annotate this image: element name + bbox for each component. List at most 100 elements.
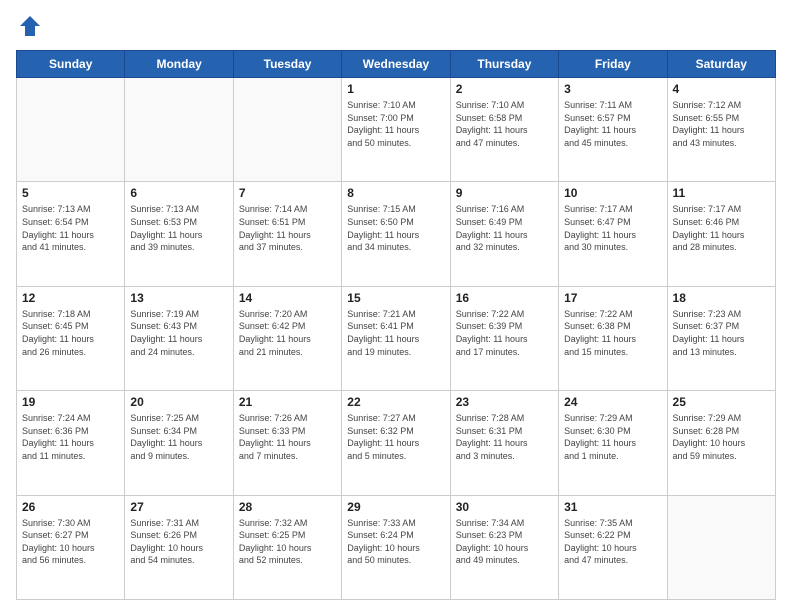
day-number: 17 (564, 291, 661, 305)
day-cell: 3 Sunrise: 7:11 AM Sunset: 6:57 PM Daylig… (559, 78, 667, 182)
day-number: 19 (22, 395, 119, 409)
day-number: 27 (130, 500, 227, 514)
day-info: Sunrise: 7:10 AM Sunset: 7:00 PM Dayligh… (347, 99, 444, 149)
day-info: Sunrise: 7:16 AM Sunset: 6:49 PM Dayligh… (456, 203, 553, 253)
day-cell: 25 Sunrise: 7:29 AM Sunset: 6:28 PM Dayli… (667, 391, 775, 495)
weekday-header-tuesday: Tuesday (233, 51, 341, 78)
day-number: 7 (239, 186, 336, 200)
day-info: Sunrise: 7:11 AM Sunset: 6:57 PM Dayligh… (564, 99, 661, 149)
day-info: Sunrise: 7:34 AM Sunset: 6:23 PM Dayligh… (456, 517, 553, 567)
day-number: 30 (456, 500, 553, 514)
day-cell: 8Sunrise: 7:15 AM Sunset: 6:50 PM Daylig… (342, 182, 450, 286)
day-cell: 7 Sunrise: 7:14 AM Sunset: 6:51 PM Daylig… (233, 182, 341, 286)
day-info: Sunrise: 7:13 AM Sunset: 6:54 PM Dayligh… (22, 203, 119, 253)
day-cell: 13Sunrise: 7:19 AM Sunset: 6:43 PM Dayli… (125, 286, 233, 390)
day-cell: 24Sunrise: 7:29 AM Sunset: 6:30 PM Dayli… (559, 391, 667, 495)
day-cell: 22 Sunrise: 7:27 AM Sunset: 6:32 PM Dayli… (342, 391, 450, 495)
day-info: Sunrise: 7:29 AM Sunset: 6:30 PM Dayligh… (564, 412, 661, 462)
week-row-0: 1Sunrise: 7:10 AM Sunset: 7:00 PM Daylig… (17, 78, 776, 182)
day-cell: 9Sunrise: 7:16 AM Sunset: 6:49 PM Daylig… (450, 182, 558, 286)
day-cell: 11 Sunrise: 7:17 AM Sunset: 6:46 PM Dayli… (667, 182, 775, 286)
day-cell: 16 Sunrise: 7:22 AM Sunset: 6:39 PM Dayli… (450, 286, 558, 390)
logo (16, 12, 48, 40)
day-info: Sunrise: 7:27 AM Sunset: 6:32 PM Dayligh… (347, 412, 444, 462)
day-info: Sunrise: 7:15 AM Sunset: 6:50 PM Dayligh… (347, 203, 444, 253)
weekday-header-wednesday: Wednesday (342, 51, 450, 78)
page: SundayMondayTuesdayWednesdayThursdayFrid… (0, 0, 792, 612)
day-number: 16 (456, 291, 553, 305)
day-number: 6 (130, 186, 227, 200)
day-info: Sunrise: 7:22 AM Sunset: 6:38 PM Dayligh… (564, 308, 661, 358)
day-number: 13 (130, 291, 227, 305)
day-number: 31 (564, 500, 661, 514)
weekday-header-sunday: Sunday (17, 51, 125, 78)
day-cell: 23 Sunrise: 7:28 AM Sunset: 6:31 PM Dayli… (450, 391, 558, 495)
day-number: 25 (673, 395, 770, 409)
logo-icon (16, 12, 44, 40)
calendar-header: SundayMondayTuesdayWednesdayThursdayFrid… (17, 51, 776, 78)
day-info: Sunrise: 7:26 AM Sunset: 6:33 PM Dayligh… (239, 412, 336, 462)
day-number: 20 (130, 395, 227, 409)
day-cell: 14 Sunrise: 7:20 AM Sunset: 6:42 PM Dayli… (233, 286, 341, 390)
day-cell: 29 Sunrise: 7:33 AM Sunset: 6:24 PM Dayli… (342, 495, 450, 599)
day-cell: 6 Sunrise: 7:13 AM Sunset: 6:53 PM Daylig… (125, 182, 233, 286)
day-info: Sunrise: 7:35 AM Sunset: 6:22 PM Dayligh… (564, 517, 661, 567)
weekday-header-saturday: Saturday (667, 51, 775, 78)
day-info: Sunrise: 7:22 AM Sunset: 6:39 PM Dayligh… (456, 308, 553, 358)
day-cell: 27 Sunrise: 7:31 AM Sunset: 6:26 PM Dayli… (125, 495, 233, 599)
day-info: Sunrise: 7:14 AM Sunset: 6:51 PM Dayligh… (239, 203, 336, 253)
day-info: Sunrise: 7:21 AM Sunset: 6:41 PM Dayligh… (347, 308, 444, 358)
day-number: 14 (239, 291, 336, 305)
day-number: 12 (22, 291, 119, 305)
day-number: 10 (564, 186, 661, 200)
day-number: 26 (22, 500, 119, 514)
day-cell: 21 Sunrise: 7:26 AM Sunset: 6:33 PM Dayli… (233, 391, 341, 495)
day-number: 3 (564, 82, 661, 96)
day-number: 5 (22, 186, 119, 200)
calendar-table: SundayMondayTuesdayWednesdayThursdayFrid… (16, 50, 776, 600)
day-number: 22 (347, 395, 444, 409)
day-cell: 10 Sunrise: 7:17 AM Sunset: 6:47 PM Dayli… (559, 182, 667, 286)
day-number: 21 (239, 395, 336, 409)
day-info: Sunrise: 7:33 AM Sunset: 6:24 PM Dayligh… (347, 517, 444, 567)
day-cell: 19 Sunrise: 7:24 AM Sunset: 6:36 PM Dayli… (17, 391, 125, 495)
week-row-3: 19 Sunrise: 7:24 AM Sunset: 6:36 PM Dayli… (17, 391, 776, 495)
day-info: Sunrise: 7:30 AM Sunset: 6:27 PM Dayligh… (22, 517, 119, 567)
day-number: 2 (456, 82, 553, 96)
week-row-1: 5 Sunrise: 7:13 AM Sunset: 6:54 PM Daylig… (17, 182, 776, 286)
day-info: Sunrise: 7:20 AM Sunset: 6:42 PM Dayligh… (239, 308, 336, 358)
day-info: Sunrise: 7:17 AM Sunset: 6:46 PM Dayligh… (673, 203, 770, 253)
day-cell: 5 Sunrise: 7:13 AM Sunset: 6:54 PM Daylig… (17, 182, 125, 286)
day-info: Sunrise: 7:29 AM Sunset: 6:28 PM Dayligh… (673, 412, 770, 462)
day-info: Sunrise: 7:25 AM Sunset: 6:34 PM Dayligh… (130, 412, 227, 462)
weekday-header-thursday: Thursday (450, 51, 558, 78)
day-cell (17, 78, 125, 182)
day-info: Sunrise: 7:13 AM Sunset: 6:53 PM Dayligh… (130, 203, 227, 253)
day-info: Sunrise: 7:28 AM Sunset: 6:31 PM Dayligh… (456, 412, 553, 462)
day-info: Sunrise: 7:23 AM Sunset: 6:37 PM Dayligh… (673, 308, 770, 358)
day-cell (233, 78, 341, 182)
day-cell: 12 Sunrise: 7:18 AM Sunset: 6:45 PM Dayli… (17, 286, 125, 390)
day-info: Sunrise: 7:32 AM Sunset: 6:25 PM Dayligh… (239, 517, 336, 567)
day-info: Sunrise: 7:24 AM Sunset: 6:36 PM Dayligh… (22, 412, 119, 462)
day-number: 18 (673, 291, 770, 305)
weekday-header-friday: Friday (559, 51, 667, 78)
day-cell (667, 495, 775, 599)
day-number: 11 (673, 186, 770, 200)
day-cell: 31 Sunrise: 7:35 AM Sunset: 6:22 PM Dayli… (559, 495, 667, 599)
day-number: 4 (673, 82, 770, 96)
day-number: 23 (456, 395, 553, 409)
day-info: Sunrise: 7:17 AM Sunset: 6:47 PM Dayligh… (564, 203, 661, 253)
day-cell (125, 78, 233, 182)
day-number: 15 (347, 291, 444, 305)
day-cell: 30 Sunrise: 7:34 AM Sunset: 6:23 PM Dayli… (450, 495, 558, 599)
day-info: Sunrise: 7:12 AM Sunset: 6:55 PM Dayligh… (673, 99, 770, 149)
day-info: Sunrise: 7:31 AM Sunset: 6:26 PM Dayligh… (130, 517, 227, 567)
day-info: Sunrise: 7:18 AM Sunset: 6:45 PM Dayligh… (22, 308, 119, 358)
weekday-header-monday: Monday (125, 51, 233, 78)
header (16, 12, 776, 40)
day-cell: 1Sunrise: 7:10 AM Sunset: 7:00 PM Daylig… (342, 78, 450, 182)
week-row-2: 12 Sunrise: 7:18 AM Sunset: 6:45 PM Dayli… (17, 286, 776, 390)
day-cell: 2Sunrise: 7:10 AM Sunset: 6:58 PM Daylig… (450, 78, 558, 182)
day-number: 29 (347, 500, 444, 514)
